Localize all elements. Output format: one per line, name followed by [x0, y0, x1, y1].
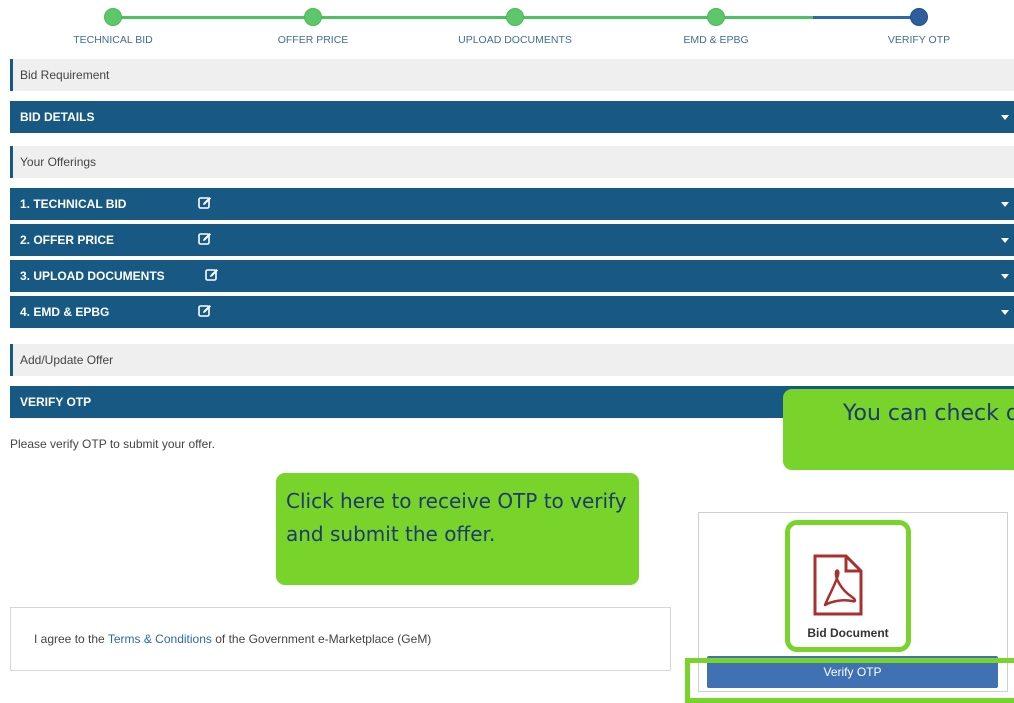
step-dot: [104, 8, 122, 26]
highlight-verify-otp: [685, 658, 1014, 703]
edit-icon[interactable]: [198, 304, 212, 318]
step-offer-price[interactable]: OFFER PRICE: [213, 8, 413, 46]
step-emd-epbg[interactable]: EMD & EPBG: [616, 8, 816, 46]
accordion-label: BID DETAILS: [20, 110, 95, 124]
edit-icon[interactable]: [198, 232, 212, 246]
step-label: UPLOAD DOCUMENTS: [458, 34, 572, 46]
step-label: TECHNICAL BID: [73, 34, 153, 46]
accordion-offer-price[interactable]: 2. OFFER PRICE: [10, 224, 1014, 256]
section-heading-bid-requirement: Bid Requirement: [10, 59, 1014, 91]
caret-down-icon: [1001, 115, 1009, 120]
caret-down-icon: [1001, 238, 1009, 243]
edit-icon[interactable]: [205, 268, 219, 282]
accordion-upload-documents[interactable]: 3. UPLOAD DOCUMENTS: [10, 260, 1014, 292]
step-label: OFFER PRICE: [277, 34, 349, 46]
step-label: VERIFY OTP: [887, 34, 951, 46]
step-verify-otp[interactable]: VERIFY OTP: [819, 8, 1014, 46]
step-label: EMD & EPBG: [683, 34, 749, 46]
highlight-bid-document: [785, 520, 911, 652]
accordion-label: 3. UPLOAD DOCUMENTS: [20, 269, 165, 283]
caret-down-icon: [1001, 274, 1009, 279]
caret-down-icon: [1001, 310, 1009, 315]
section-label: VERIFY OTP: [20, 395, 92, 409]
callout-receive-otp: Click here to receive OTP to verify and …: [276, 473, 639, 585]
step-dot: [506, 8, 524, 26]
callout-check-document: You can check document h: [783, 389, 1014, 470]
terms-prefix: I agree to the: [34, 632, 108, 646]
accordion-label: 2. OFFER PRICE: [20, 233, 115, 247]
terms-suffix: of the Government e-Marketplace (GeM): [211, 632, 432, 646]
progress-stepper: TECHNICAL BID OFFER PRICE UPLOAD DOCUMEN…: [0, 0, 1014, 55]
accordion-technical-bid[interactable]: 1. TECHNICAL BID: [10, 188, 1014, 220]
accordion-emd-epbg[interactable]: 4. EMD & EPBG: [10, 296, 1014, 328]
section-heading-your-offerings: Your Offerings: [10, 146, 1014, 178]
step-dot-active: [910, 8, 928, 26]
edit-icon[interactable]: [198, 196, 212, 210]
accordion-label: 4. EMD & EPBG: [20, 305, 110, 319]
step-dot: [304, 8, 322, 26]
section-heading-add-update-offer: Add/Update Offer: [10, 344, 1014, 376]
terms-agreement[interactable]: I agree to the Terms & Conditions of the…: [10, 607, 671, 671]
caret-down-icon: [1001, 202, 1009, 207]
accordion-label: 1. TECHNICAL BID: [20, 197, 127, 211]
terms-link[interactable]: Terms & Conditions: [108, 632, 212, 646]
verify-otp-note: Please verify OTP to submit your offer.: [10, 437, 215, 451]
step-technical-bid[interactable]: TECHNICAL BID: [13, 8, 213, 46]
step-upload-documents[interactable]: UPLOAD DOCUMENTS: [415, 8, 615, 46]
step-dot: [707, 8, 725, 26]
accordion-bid-details[interactable]: BID DETAILS: [10, 101, 1014, 133]
